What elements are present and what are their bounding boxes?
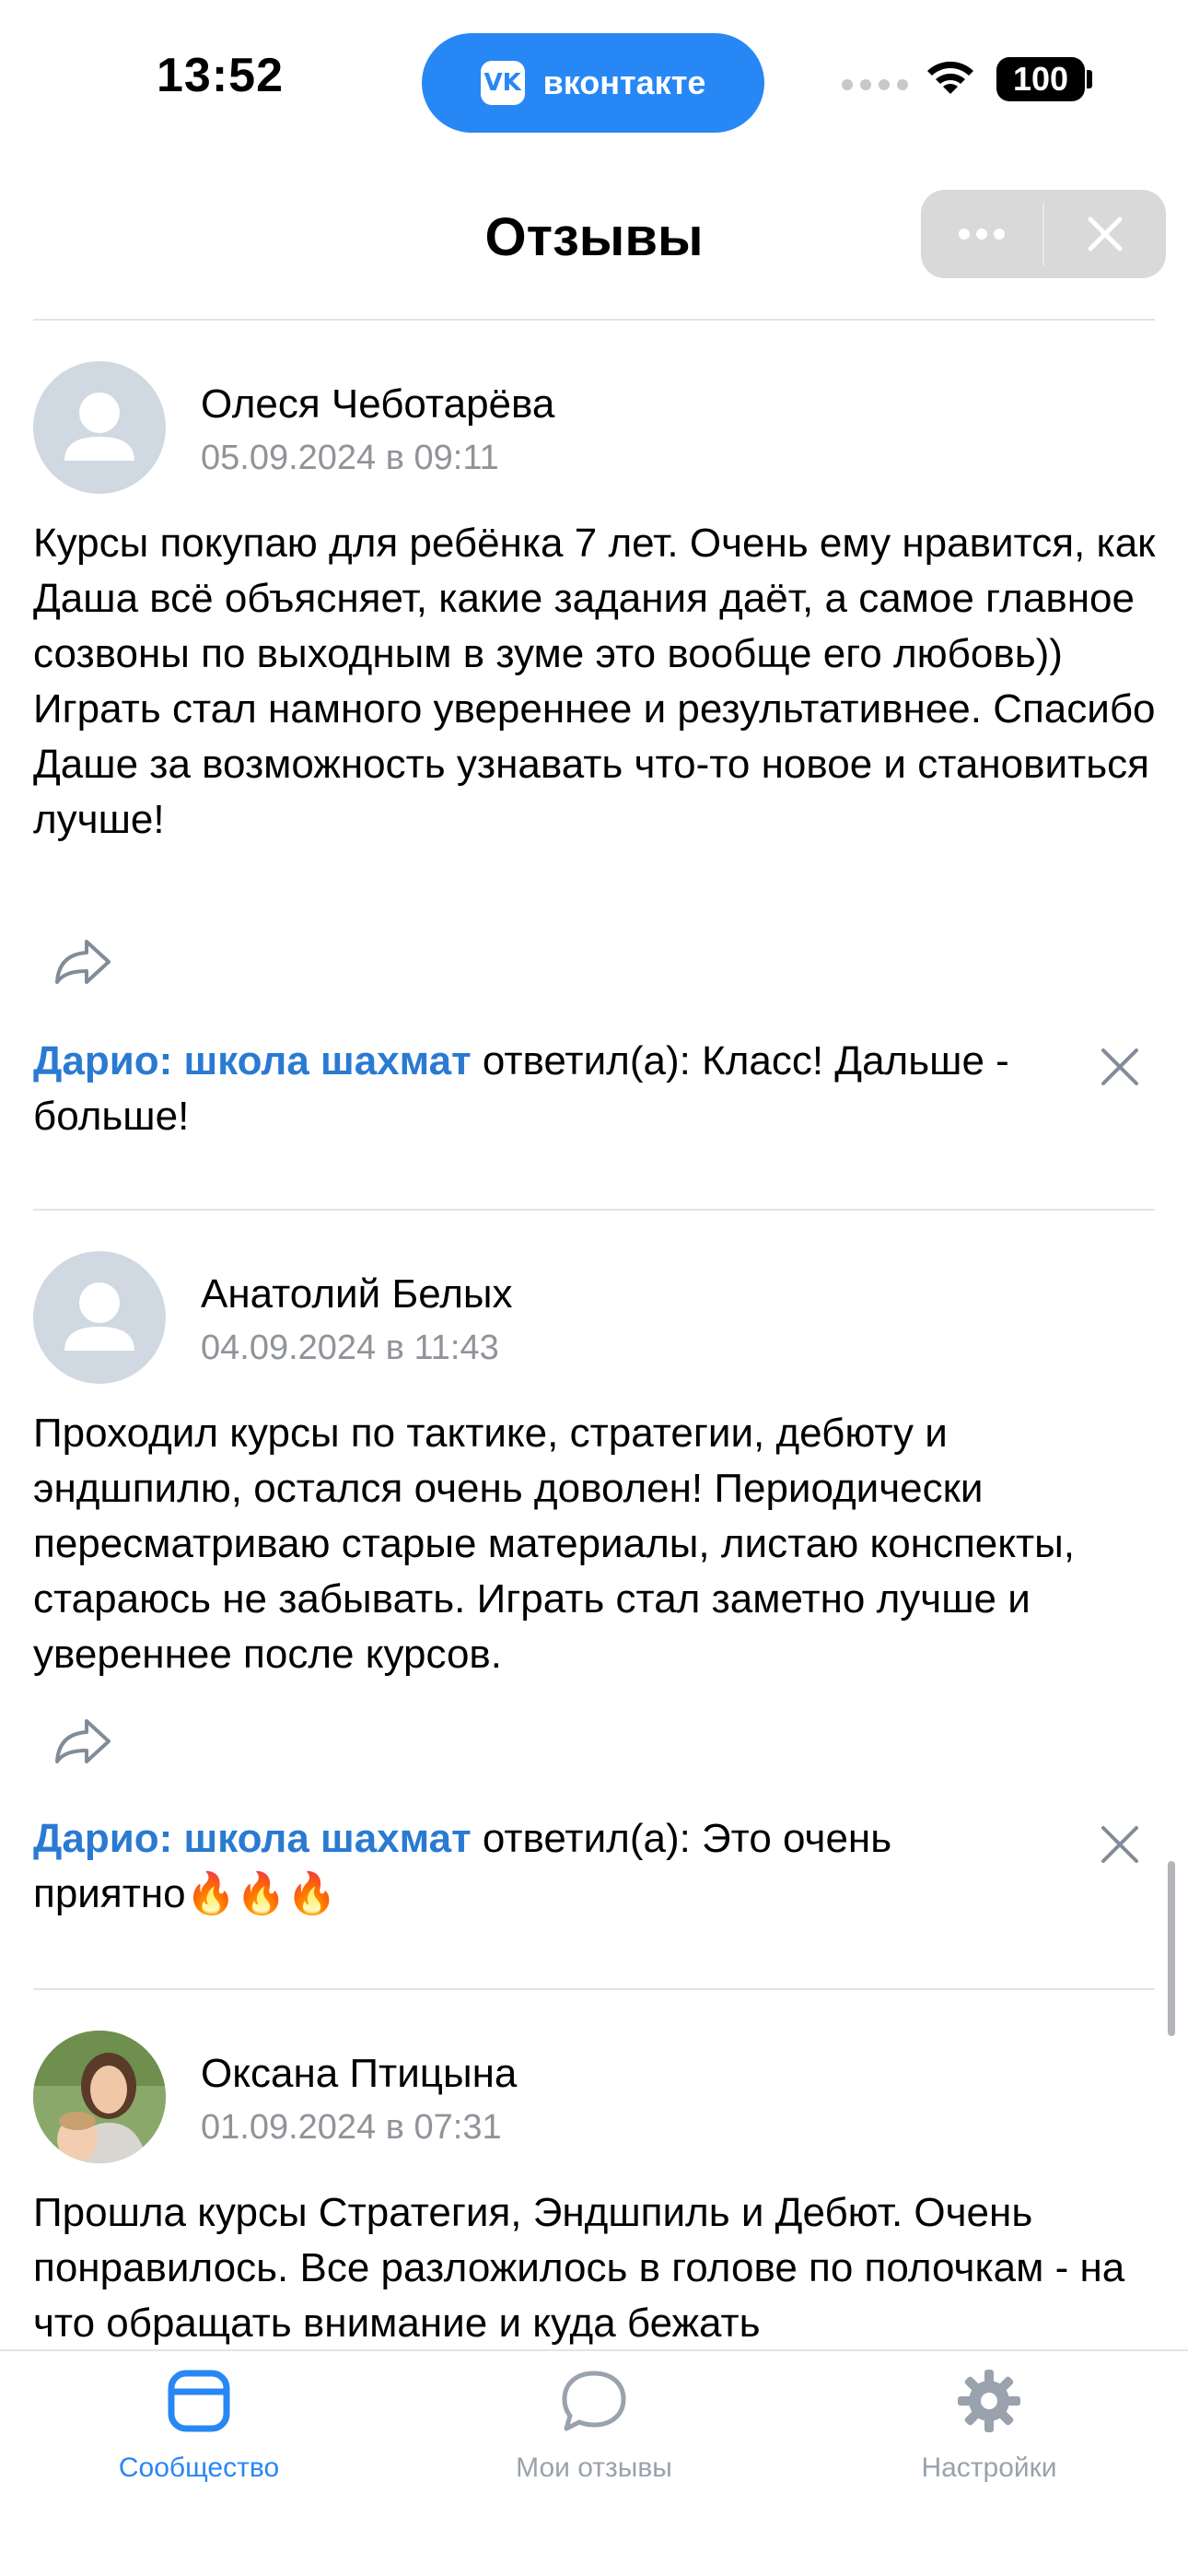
user-photo bbox=[33, 2031, 166, 2163]
more-dots-icon bbox=[959, 228, 1005, 240]
scrollbar[interactable] bbox=[1168, 1861, 1175, 2036]
reply-text: Дарио: школа шахмат ответил(а): Это очен… bbox=[33, 1811, 1046, 1922]
review-author[interactable]: Оксана Птицына bbox=[201, 2051, 517, 2097]
tab-settings[interactable]: Настройки bbox=[851, 2366, 1127, 2504]
status-bar: 13:52 VK вконтакте 100 bbox=[0, 0, 1188, 152]
user-placeholder-icon bbox=[64, 1282, 134, 1351]
review-date: 05.09.2024 в 09:11 bbox=[201, 439, 499, 477]
review-author[interactable]: Олеся Чеботарёва bbox=[201, 381, 554, 427]
status-time: 13:52 bbox=[157, 49, 284, 102]
avatar[interactable] bbox=[33, 361, 166, 494]
avatar[interactable] bbox=[33, 2031, 166, 2163]
more-button[interactable] bbox=[921, 190, 1042, 278]
close-icon bbox=[1088, 217, 1123, 252]
review-separator bbox=[33, 1988, 1155, 1990]
battery-icon: 100 bbox=[996, 57, 1085, 101]
review-date: 04.09.2024 в 11:43 bbox=[201, 1329, 499, 1367]
share-icon[interactable] bbox=[52, 934, 116, 989]
reply-text: Дарио: школа шахмат ответил(а): Класс! Д… bbox=[33, 1034, 1046, 1144]
review-card: Анатолий Белых 04.09.2024 в 11:43 Проход… bbox=[33, 1251, 1155, 1970]
vk-logo-icon: VK bbox=[480, 61, 525, 105]
user-placeholder-icon bbox=[64, 392, 134, 461]
review-text: Прошла курсы Стратегия, Эндшпиль и Дебют… bbox=[33, 2190, 1125, 2346]
tab-label: Сообщество bbox=[118, 2453, 280, 2483]
gear-icon bbox=[958, 2370, 1020, 2432]
reply-author[interactable]: Дарио: школа шахмат bbox=[33, 1038, 472, 1083]
review-card: Олеся Чеботарёва 05.09.2024 в 09:11 Курс… bbox=[33, 361, 1156, 1190]
community-icon bbox=[168, 2370, 230, 2432]
review-text: Проходил курсы по тактике, стратегии, де… bbox=[33, 1411, 1076, 1677]
tab-label: Настройки bbox=[921, 2453, 1057, 2483]
header-divider bbox=[33, 319, 1155, 321]
review-date: 01.09.2024 в 07:31 bbox=[201, 2108, 502, 2147]
page-header: Отзывы bbox=[0, 175, 1188, 313]
battery-tip bbox=[1087, 70, 1092, 88]
share-icon[interactable] bbox=[52, 1714, 116, 1769]
delete-reply-icon[interactable] bbox=[1094, 1819, 1146, 1870]
header-actions bbox=[921, 190, 1166, 278]
vk-app-badge[interactable]: VK вконтакте bbox=[422, 33, 764, 133]
tab-bar: Сообщество Мои отзывы Настройки bbox=[0, 2349, 1188, 2576]
tab-label: Мои отзывы bbox=[516, 2453, 672, 2483]
vk-app-label: вконтакте bbox=[542, 64, 706, 101]
review-separator bbox=[33, 1209, 1155, 1211]
cellular-signal-icon bbox=[842, 79, 908, 90]
wifi-icon bbox=[927, 61, 973, 94]
tab-community[interactable]: Сообщество bbox=[61, 2366, 337, 2504]
review-card: Оксана Птицына 01.09.2024 в 07:31 Прошла… bbox=[33, 2031, 1155, 2349]
chat-bubble-icon bbox=[562, 2371, 626, 2431]
delete-reply-icon[interactable] bbox=[1094, 1041, 1146, 1093]
reply-author[interactable]: Дарио: школа шахмат bbox=[33, 1816, 472, 1861]
review-author[interactable]: Анатолий Белых bbox=[201, 1271, 513, 1317]
tab-my-reviews[interactable]: Мои отзывы bbox=[456, 2366, 732, 2504]
avatar[interactable] bbox=[33, 1251, 166, 1384]
review-text: Курсы покупаю для ребёнка 7 лет. Очень е… bbox=[33, 521, 1156, 842]
close-button[interactable] bbox=[1044, 190, 1166, 278]
